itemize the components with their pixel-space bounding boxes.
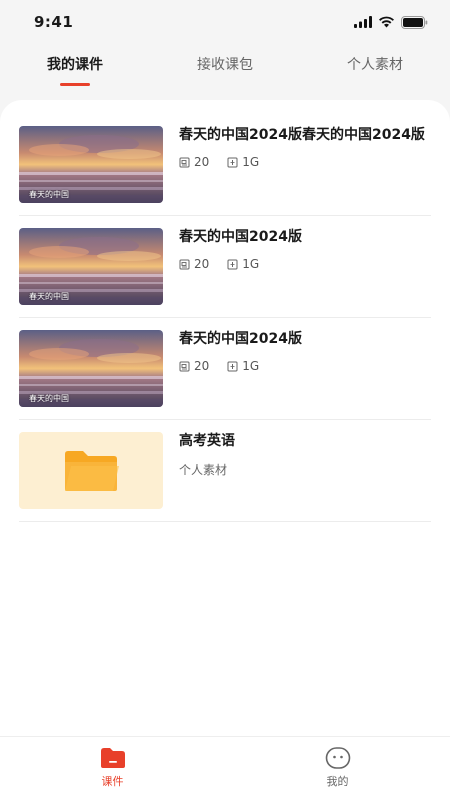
thumbnail-caption: 春天的中国: [29, 292, 69, 301]
item-meta: 20 1G: [179, 257, 431, 271]
signal-icon: [354, 16, 372, 28]
courseware-thumbnail: 春天的中国: [19, 330, 163, 407]
bottom-nav: 课件 我的: [0, 736, 450, 800]
nav-label-profile: 我的: [326, 775, 349, 788]
item-info: 春天的中国2024版春天的中国2024版 20 1G: [179, 126, 431, 203]
wifi-icon: [379, 16, 394, 28]
pages-icon: [179, 259, 190, 269]
nav-courseware[interactable]: 课件: [0, 737, 225, 800]
folder-thumbnail: [19, 432, 163, 509]
profile-icon: [325, 747, 350, 769]
page-count: 20: [194, 359, 210, 373]
folder-item[interactable]: 高考英语 个人素材: [19, 420, 431, 522]
pages-icon: [179, 361, 190, 371]
courseware-list: 春天的中国 春天的中国2024版春天的中国2024版 20 1G 春天的中国 春…: [0, 100, 450, 740]
list-item[interactable]: 春天的中国 春天的中国2024版春天的中国2024版 20 1G: [19, 114, 431, 216]
page-count: 20: [194, 257, 210, 271]
item-info: 春天的中国2024版 20 1G: [179, 330, 431, 407]
battery-icon: [401, 15, 428, 29]
list-item[interactable]: 春天的中国 春天的中国2024版 20 1G: [19, 318, 431, 420]
courseware-thumbnail: 春天的中国: [19, 126, 163, 203]
item-meta: 20 1G: [179, 359, 431, 373]
nav-label-courseware: 课件: [101, 775, 124, 788]
courseware-icon: [100, 748, 125, 768]
thumbnail-caption: 春天的中国: [29, 190, 69, 199]
item-title: 春天的中国2024版: [179, 229, 302, 245]
file-size-icon: [227, 157, 238, 167]
courseware-thumbnail: 春天的中国: [19, 228, 163, 305]
item-subtitle: 个人素材: [179, 463, 228, 477]
file-size: 1G: [242, 257, 260, 271]
item-meta: 20 1G: [179, 155, 431, 169]
tab-my-courseware[interactable]: 我的课件: [0, 50, 150, 90]
pages-icon: [179, 157, 190, 167]
folder-icon: [65, 450, 119, 491]
item-title: 春天的中国2024版春天的中国2024版: [179, 127, 425, 143]
item-info: 春天的中国2024版 20 1G: [179, 228, 431, 305]
item-title: 高考英语: [179, 433, 235, 449]
item-info: 高考英语 个人素材: [179, 432, 431, 509]
item-title: 春天的中国2024版: [179, 331, 302, 347]
top-tabs: 我的课件 接收课包 个人素材: [0, 50, 450, 90]
file-size: 1G: [242, 155, 260, 169]
tab-received-packages[interactable]: 接收课包: [150, 50, 300, 90]
page-count: 20: [194, 155, 210, 169]
status-bar: 9:41: [0, 0, 450, 44]
thumbnail-caption: 春天的中国: [29, 394, 69, 403]
list-item[interactable]: 春天的中国 春天的中国2024版 20 1G: [19, 216, 431, 318]
file-size-icon: [227, 259, 238, 269]
file-size-icon: [227, 361, 238, 371]
file-size: 1G: [242, 359, 260, 373]
status-time: 9:41: [34, 13, 74, 31]
status-icons: [354, 15, 428, 29]
tab-personal-materials[interactable]: 个人素材: [300, 50, 450, 90]
nav-profile[interactable]: 我的: [225, 737, 450, 800]
